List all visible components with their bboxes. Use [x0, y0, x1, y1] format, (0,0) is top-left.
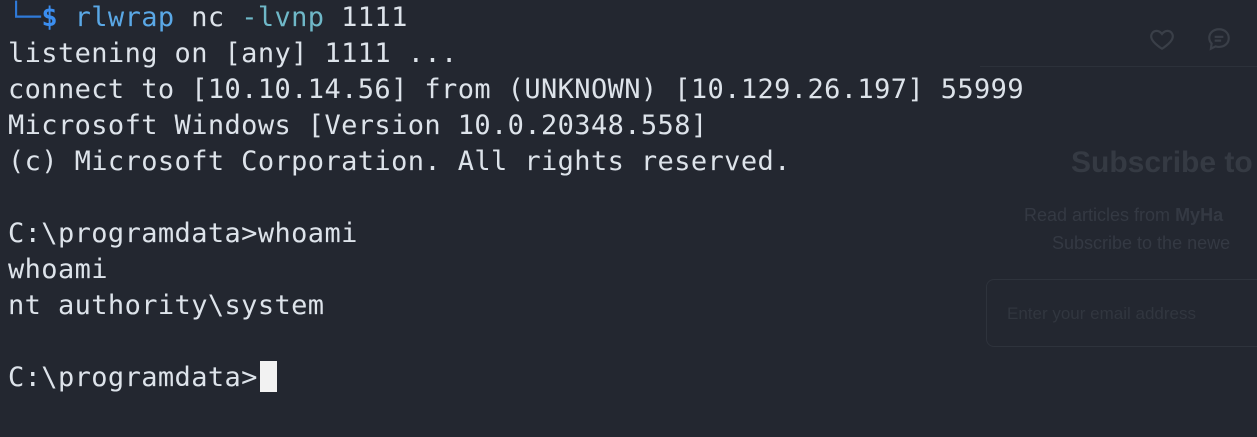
comment-icon[interactable] [1206, 26, 1232, 52]
terminal-cursor [259, 361, 277, 392]
command-arg: nc [191, 2, 225, 33]
current-prompt: C:\programdata> [8, 362, 258, 393]
subscribe-description: Read articles from MyHa [1024, 205, 1223, 226]
background-webpage-overlay: Subscribe to Read articles from MyHa Sub… [980, 0, 1257, 437]
prompt-corner: └─ [8, 2, 42, 33]
command-port: 1111 [341, 2, 408, 33]
email-placeholder: Enter your email address [1007, 304, 1196, 323]
subscribe-title: Subscribe to [1071, 146, 1253, 179]
command-name: rlwrap [74, 2, 175, 33]
prompt-symbol: $ [41, 2, 58, 33]
description-prefix: Read articles from [1024, 205, 1176, 225]
subscribe-subtext: Subscribe to the newe [1052, 233, 1231, 253]
blog-name: MyHa [1175, 205, 1224, 225]
email-field[interactable]: Enter your email address [986, 279, 1257, 347]
heart-icon[interactable] [1149, 26, 1175, 52]
command-flag: -lvnp [241, 2, 325, 33]
header-divider [980, 66, 1257, 67]
